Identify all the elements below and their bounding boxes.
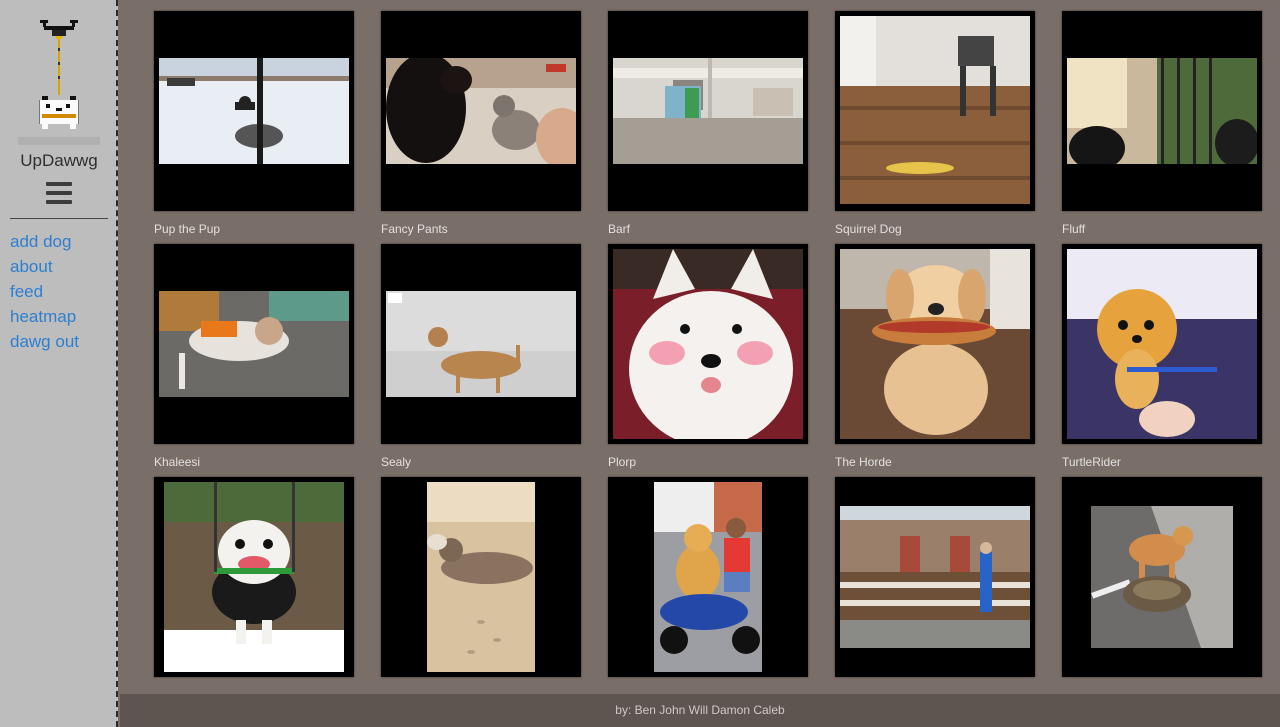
sidebar: UpDawwg add dog about feed heatmap dawg … — [0, 0, 118, 727]
dog-video[interactable] — [835, 477, 1035, 677]
dog-caption: Barf — [608, 222, 631, 236]
dog-thumbnail — [164, 482, 344, 672]
dog-caption: Squirrel Dog — [835, 222, 902, 236]
dog-video[interactable] — [154, 244, 354, 444]
dog-video[interactable] — [1062, 244, 1262, 444]
sidebar-divider — [10, 218, 108, 219]
dog-video[interactable] — [381, 244, 581, 444]
dog-video[interactable] — [835, 11, 1035, 211]
dog-caption: The Horde — [835, 455, 892, 469]
dog-caption: TurtleRider — [1062, 455, 1121, 469]
dog-caption: Fluff — [1062, 222, 1086, 236]
dog-video[interactable] — [835, 244, 1035, 444]
nav-add-dog[interactable]: add dog — [10, 232, 71, 251]
dog-video[interactable] — [608, 11, 808, 211]
dog-thumbnail — [1067, 58, 1257, 164]
dog-thumbnail — [613, 58, 803, 164]
dog-thumbnail — [159, 291, 349, 397]
pixel-dog-drone-icon[interactable] — [30, 18, 88, 130]
dog-video[interactable] — [154, 477, 354, 677]
dog-video[interactable] — [1062, 11, 1262, 211]
dog-caption: Fancy Pants — [381, 222, 448, 236]
dog-video[interactable] — [381, 11, 581, 211]
dog-thumbnail — [840, 249, 1030, 439]
dog-video[interactable] — [608, 477, 808, 677]
sidebar-nav: add dog about feed heatmap dawg out — [10, 231, 79, 356]
dog-caption: Pup the Pup — [154, 222, 221, 236]
nav-dawg-out[interactable]: dawg out — [10, 332, 79, 351]
dog-thumbnail — [1067, 249, 1257, 439]
dog-video[interactable] — [1062, 477, 1262, 677]
nav-feed[interactable]: feed — [10, 282, 43, 301]
dog-thumbnail — [427, 482, 535, 672]
footer-credits: by: Ben John Will Damon Caleb — [120, 694, 1280, 727]
hamburger-menu-icon[interactable] — [46, 182, 72, 206]
dog-thumbnail — [386, 291, 576, 397]
app-title: UpDawwg — [20, 151, 98, 170]
nav-heatmap[interactable]: heatmap — [10, 307, 76, 326]
dog-thumbnail — [654, 482, 762, 672]
logo-shadow — [18, 137, 100, 145]
dog-caption: Plorp — [608, 455, 637, 469]
dog-caption: Sealy — [381, 455, 412, 469]
nav-about[interactable]: about — [10, 257, 53, 276]
dog-thumbnail — [159, 58, 349, 164]
dog-thumbnail — [386, 58, 576, 164]
dog-thumbnail — [840, 16, 1030, 204]
dog-video[interactable] — [154, 11, 354, 211]
dog-video[interactable] — [608, 244, 808, 444]
dog-thumbnail — [613, 249, 803, 439]
dog-thumbnail — [840, 506, 1030, 648]
dog-video[interactable] — [381, 477, 581, 677]
dog-thumbnail — [1091, 506, 1233, 648]
dog-caption: Khaleesi — [154, 455, 201, 469]
